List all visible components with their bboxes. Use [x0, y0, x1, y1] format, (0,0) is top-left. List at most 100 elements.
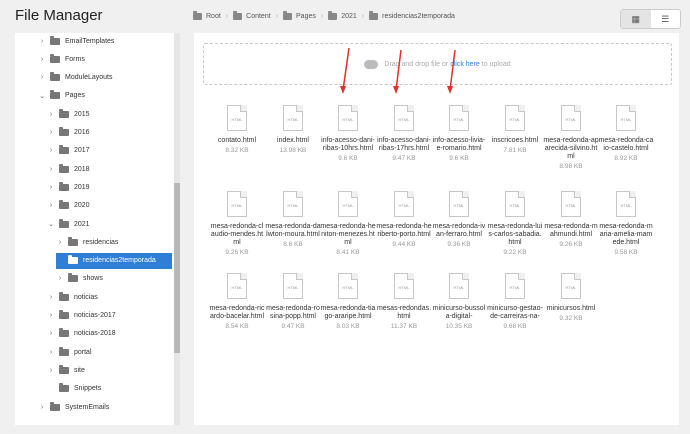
chevron-right-icon[interactable]: › [47, 202, 55, 209]
file-item[interactable]: HTML mesa-redonda-ricardo-bacelar.html 8.5… [209, 273, 265, 330]
chevron-right-icon[interactable]: › [47, 129, 55, 136]
file-item[interactable]: HTML index.html 13.98 KB [265, 105, 321, 154]
sidebar-item[interactable]: residencias2temporada [56, 252, 172, 269]
list-view-button[interactable]: ☰ [651, 10, 681, 28]
chevron-right-icon[interactable]: › [47, 111, 55, 118]
breadcrumb-separator: › [361, 13, 365, 20]
upload-dropzone[interactable]: Drag and drop file or click here to uplo… [203, 43, 672, 85]
sidebar-item[interactable]: › EmailTemplates [38, 33, 114, 49]
sidebar-item[interactable]: › ModuleLayouts [38, 70, 112, 86]
file-item[interactable]: HTML mesa-redonda-maria-amelia-mamede.htm… [598, 191, 654, 256]
file-item[interactable]: HTML mesa-redonda-rosina-popp.html 9.47 KB [265, 273, 321, 330]
folder-icon [68, 236, 78, 246]
sidebar-item[interactable]: › portal [47, 344, 92, 360]
chevron-right-icon[interactable]: › [47, 166, 55, 173]
file-item[interactable]: HTML mesa-redonda-caio-castelo.html 8.92 K… [598, 105, 654, 162]
file-name: minicurso-bussola-digital- [432, 305, 486, 320]
chevron-right-icon[interactable]: › [47, 294, 55, 301]
sidebar-item-label: portal [74, 348, 92, 356]
file-type-tag: HTML [453, 203, 465, 208]
sidebar-item-label: residencias2temporada [83, 257, 156, 265]
sidebar-item[interactable]: › residencias [56, 234, 118, 250]
sidebar-item[interactable]: › 2019 [47, 179, 90, 195]
chevron-right-icon[interactable]: › [47, 312, 55, 319]
file-item[interactable]: HTML minicursos.html 9.32 KB [543, 273, 599, 322]
sidebar-item[interactable]: › noticias-2018 [47, 326, 116, 342]
upload-link[interactable]: click here [450, 61, 480, 68]
file-item[interactable]: HTML mesa-redonda-tiago-araripe.html 8.03 … [320, 273, 376, 330]
file-item[interactable]: HTML info-acesso-livia-e-romario.html 9.6 … [431, 105, 487, 162]
html-file-icon: HTML [227, 273, 247, 299]
file-item[interactable]: HTML info-acesso-dani-ribas-17hrs.html 9.4… [376, 105, 432, 162]
breadcrumb-2021[interactable]: 2021 [328, 11, 357, 20]
grid-view-button[interactable]: ▦ [621, 10, 651, 28]
file-type-tag: HTML [565, 203, 577, 208]
scrollbar-thumb[interactable] [174, 183, 180, 353]
file-size: 9.68 KB [503, 323, 527, 330]
sidebar-item[interactable]: › noticias [47, 289, 98, 305]
folder-icon [50, 72, 60, 82]
chevron-right-icon[interactable]: › [47, 147, 55, 154]
folder-icon [59, 181, 69, 191]
file-name: mesa-redonda-maria-amelia-mamede.html [599, 223, 653, 246]
sidebar-item[interactable]: › Forms [38, 51, 85, 67]
sidebar-item[interactable]: › 2020 [47, 198, 90, 214]
sidebar-item[interactable]: › 2016 [47, 125, 90, 141]
file-item[interactable]: HTML mesa-redonda-luis-carlos-sabadia.htm… [487, 191, 543, 256]
chevron-right-icon[interactable]: › [47, 330, 55, 337]
sidebar-item[interactable]: ⌄ 2021 [47, 216, 90, 232]
chevron-right-icon[interactable]: › [56, 239, 64, 246]
chevron-right-icon[interactable]: › [47, 349, 55, 356]
file-name: mesa-redonda-aparecida-silvino.html [543, 137, 599, 160]
html-file-icon: HTML [616, 105, 636, 131]
file-item[interactable]: HTML mesa-redonda-claudio-mendes.html 9.26… [209, 191, 265, 256]
file-item[interactable]: HTML info-acesso-dani-ribas-10hrs.html 9.6… [320, 105, 376, 162]
file-item[interactable]: HTML minicurso-gestao-de-carreiras-na- 9.6… [487, 273, 543, 330]
sidebar-item[interactable]: › SystemEmails [38, 399, 109, 415]
sidebar-item[interactable]: › noticias-2017 [47, 308, 116, 324]
file-item[interactable]: HTML mesa-redonda-heriberto-porto.html 9.4… [376, 191, 432, 248]
breadcrumb-root[interactable]: Root [193, 11, 221, 20]
file-item[interactable]: HTML inscricoes.html 7.81 KB [487, 105, 543, 154]
chevron-right-icon[interactable]: › [47, 184, 55, 191]
sidebar-scrollbar[interactable] [174, 33, 180, 425]
file-type-tag: HTML [231, 285, 243, 290]
sidebar-item[interactable]: › 2015 [47, 106, 90, 122]
sidebar-item-label: 2018 [74, 165, 90, 173]
file-item[interactable]: HTML mesa-redonda-heniton-menezes.html 8.4… [320, 191, 376, 256]
sidebar-item[interactable]: › site [47, 362, 85, 378]
file-size: 8.54 KB [225, 323, 249, 330]
file-item[interactable]: HTML mesa-redonda-aparecida-silvino.html 8… [543, 105, 599, 170]
file-item[interactable]: HTML mesa-redonda-dalwton-moura.html 8.6 K… [265, 191, 321, 248]
file-item[interactable]: HTML mesas-redondas.html 11.37 KB [376, 273, 432, 330]
chevron-down-icon[interactable]: ⌄ [38, 92, 46, 100]
sidebar-item[interactable]: › shows [56, 271, 103, 287]
breadcrumb-pages[interactable]: Pages [283, 11, 316, 20]
chevron-right-icon[interactable]: › [38, 56, 46, 63]
breadcrumb-current[interactable]: residencias2temporada [369, 11, 455, 20]
folder-icon [59, 163, 69, 173]
file-name: mesa-redonda-luis-carlos-sabadia.html [487, 223, 543, 246]
sidebar-item[interactable]: › 2017 [47, 143, 90, 159]
chevron-right-icon[interactable]: › [47, 367, 55, 374]
folder-icon [59, 145, 69, 155]
chevron-down-icon[interactable]: ⌄ [47, 220, 55, 228]
breadcrumb-content[interactable]: Content [233, 11, 271, 20]
chevron-right-icon[interactable]: › [56, 275, 64, 282]
file-type-tag: HTML [398, 203, 410, 208]
chevron-right-icon[interactable]: › [38, 38, 46, 45]
file-item[interactable]: HTML contato.html 8.32 KB [209, 105, 265, 154]
chevron-right-icon[interactable]: › [38, 74, 46, 81]
sidebar-item-label: 2015 [74, 110, 90, 118]
chevron-right-icon[interactable]: › [38, 404, 46, 411]
sidebar-item[interactable]: ⌄ Pages [38, 88, 85, 104]
folder-icon [50, 90, 60, 100]
file-size: 11.37 KB [390, 323, 418, 330]
folder-icon [50, 53, 60, 63]
file-item[interactable]: HTML minicurso-bussola-digital- 10.35 KB [431, 273, 487, 330]
sidebar-item[interactable]: › 2018 [47, 161, 90, 177]
sidebar-item-label: noticias-2017 [74, 312, 116, 319]
sidebar-item[interactable]: Snippets [47, 381, 101, 397]
file-item[interactable]: HTML mesa-redonda-mahmundi.html 9.26 KB [543, 191, 599, 248]
file-item[interactable]: HTML mesa-redonda-ivan-ferraro.html 9.36 K… [431, 191, 487, 248]
